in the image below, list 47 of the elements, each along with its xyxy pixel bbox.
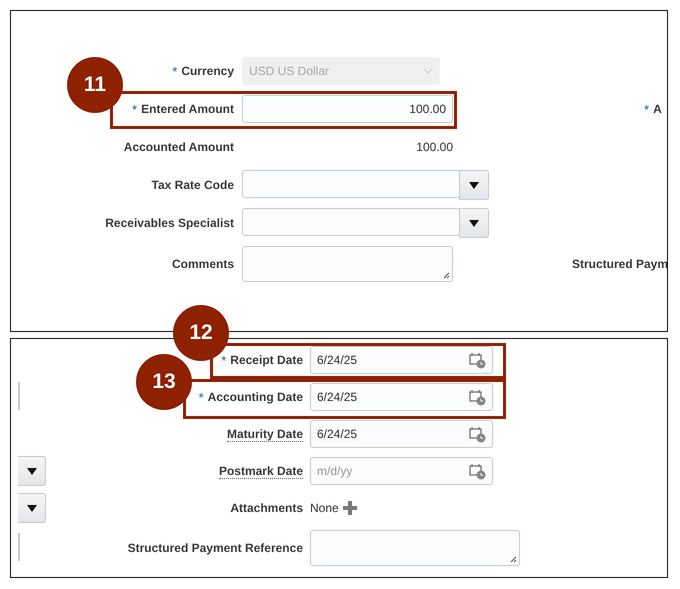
field-label: A <box>653 102 662 116</box>
calendar-icon[interactable] <box>469 388 486 406</box>
date-field[interactable]: 6/24/25 <box>310 383 493 411</box>
field-label: Receipt Date <box>230 353 303 367</box>
amount-value: 100.00 <box>416 140 453 154</box>
field-label: Entered Amount <box>141 102 234 116</box>
calendar-icon[interactable] <box>469 352 486 368</box>
field-label: Attachments <box>230 501 303 515</box>
field-edge <box>18 533 20 561</box>
dropdown-button[interactable] <box>18 493 46 523</box>
dropdown-button[interactable] <box>459 208 489 238</box>
field-label: Structured Payment Reference <box>128 541 303 555</box>
step-badge: 11 <box>67 57 123 113</box>
required-mark: * <box>172 64 178 78</box>
field-label: Tax Rate Code <box>152 178 234 192</box>
required-mark: * <box>198 390 204 404</box>
caret-icon <box>469 182 479 188</box>
resize-grip-icon[interactable] <box>510 556 517 563</box>
field-label: Receivables Specialist <box>105 216 234 230</box>
field-edge <box>18 382 20 410</box>
dropdown-field[interactable] <box>242 170 460 198</box>
required-mark: * <box>221 352 226 368</box>
calendar-icon[interactable] <box>469 426 486 442</box>
required-mark: * <box>132 102 138 116</box>
caret-icon <box>469 220 479 226</box>
amount-field[interactable]: 100.00 <box>242 95 453 123</box>
field-label[interactable]: Maturity Date <box>226 426 303 442</box>
dropdown-field[interactable] <box>242 208 460 236</box>
add-icon[interactable] <box>342 501 357 515</box>
caret-icon <box>26 504 36 512</box>
resize-grip-icon[interactable] <box>443 272 450 279</box>
date-field[interactable]: 6/24/25 <box>310 420 493 448</box>
chevron-icon <box>423 68 433 74</box>
dropdown-button[interactable] <box>18 456 46 486</box>
dropdown-button[interactable] <box>459 170 489 200</box>
date-field[interactable]: 6/24/25 <box>310 346 493 374</box>
field-label: Accounting Date <box>208 390 303 404</box>
field-label[interactable]: Postmark Date <box>218 464 303 478</box>
step-badge: 13 <box>136 354 192 410</box>
caret-icon <box>26 468 36 474</box>
field-label: Currency <box>181 64 234 78</box>
field-label: Structured Paym <box>572 257 667 271</box>
attachments-value: None <box>310 501 339 515</box>
required-mark: * <box>644 102 650 116</box>
field-label: Comments <box>172 257 234 271</box>
field-label: Accounted Amount <box>124 140 234 154</box>
calendar-icon[interactable] <box>469 462 486 480</box>
